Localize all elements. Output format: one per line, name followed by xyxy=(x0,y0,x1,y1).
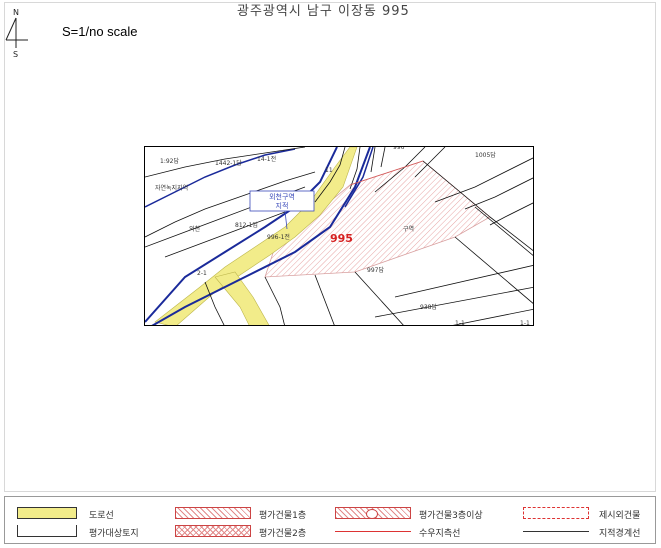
subject-parcel-number: 995 xyxy=(330,232,353,245)
callout-line-2: 지적 xyxy=(276,201,289,210)
legend-label: 수우지측선 xyxy=(419,529,461,539)
parcel-label: 1:92답 xyxy=(160,158,179,165)
parcel-label: 996 xyxy=(393,147,405,151)
parcel-label: 1-1 xyxy=(455,320,465,326)
parcel-label: 997답 xyxy=(367,267,384,274)
legend-road-swatch xyxy=(17,507,77,519)
legend-building-3f-swatch xyxy=(335,507,411,519)
parcel-label: 14-1전 xyxy=(257,155,276,163)
legend-label: 제시외건물 xyxy=(599,511,641,521)
south-label: S xyxy=(13,50,18,58)
parcel-label: 1-1 xyxy=(520,320,530,326)
legend-label: 도로선 xyxy=(89,511,114,521)
legend-label: 평가건물2층 xyxy=(259,529,307,539)
north-label: N xyxy=(13,8,19,17)
scale-text: S=1/no scale xyxy=(62,24,138,39)
parcel-label: 11 xyxy=(325,167,333,174)
map-canvas: 1:92답 1442-1답 14-1전 자연녹지지역 996 1005답 외천 … xyxy=(144,146,534,326)
legend-building-1f-swatch xyxy=(175,507,251,519)
north-arrow-icon: N S xyxy=(5,8,28,58)
parcel-label: 938답 xyxy=(420,304,437,311)
legend-building-2f-swatch xyxy=(175,525,251,537)
legend-target-land-swatch xyxy=(17,525,77,537)
legend-cadastral-line-swatch xyxy=(523,531,589,532)
map-title: 광주광역시 남구 이장동 995 xyxy=(237,4,410,19)
callout-line-1: 외천구역 xyxy=(269,192,295,201)
parcel-label: 구역 xyxy=(403,225,414,233)
legend-label: 평가건물1층 xyxy=(259,511,307,521)
parcel-label: 2-1 xyxy=(197,270,207,277)
parcel-label: 996-1전 xyxy=(267,233,290,241)
parcel-label: 외천 xyxy=(189,225,200,233)
legend-label: 지적경계선 xyxy=(599,529,641,539)
legend-label: 평가대상토지 xyxy=(89,529,139,539)
zone-label: 자연녹지지역 xyxy=(155,184,188,192)
legend-extra-building-swatch xyxy=(523,507,589,519)
legend-survey-line-swatch xyxy=(335,531,411,532)
parcel-label: 1005답 xyxy=(475,152,496,159)
legend: 도로선 평가건물1층 평가건물3층이상 제시외건물 평가대상토지 평가건물2층 … xyxy=(4,496,656,544)
legend-label: 평가건물3층이상 xyxy=(419,511,483,521)
parcel-label: 1442-1답 xyxy=(215,160,242,167)
parcel-label: 812-1임 xyxy=(235,221,258,229)
cadastral-map: 1:92답 1442-1답 14-1전 자연녹지지역 996 1005답 외천 … xyxy=(145,147,533,326)
